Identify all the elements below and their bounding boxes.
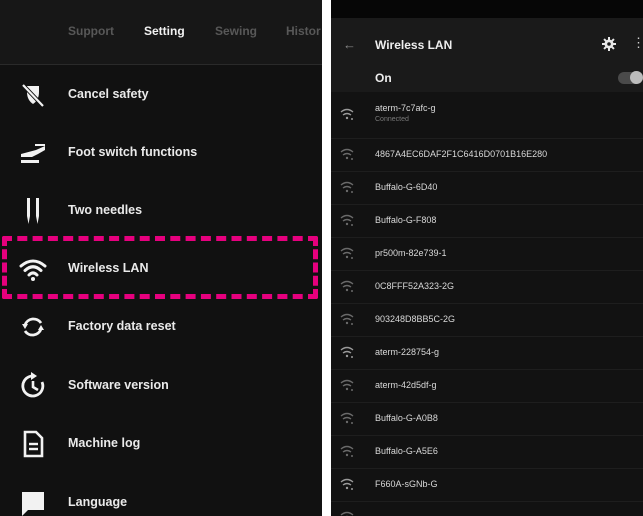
wifi-signal-icon [340,379,354,391]
network-name: Buffalo-G-6D40 [375,182,438,192]
settings-item-label: Two needles [68,203,143,217]
toggle-label: On [375,71,392,85]
settings-item-factory-reset[interactable]: Factory data reset [0,298,322,356]
network-name: 4867A4EC6DAF2F1C6416D0701B16E280 [375,149,548,159]
wifi-signal-icon [340,108,354,120]
tab-setting[interactable]: Setting [144,24,185,38]
wireless-lan-panel: ← Wireless LAN ⋮ On aterm-7c7afc-g Connec… [331,0,643,516]
settings-item-wireless-lan[interactable]: Wireless LAN [0,240,322,298]
settings-item-machine-log[interactable]: Machine log [0,415,322,473]
wifi-signal-icon [340,346,354,358]
tab-bar: Support Setting Sewing Histor [0,0,322,65]
tab-sewing[interactable]: Sewing [215,24,257,38]
wifi-signal-icon [340,181,354,193]
settings-item-two-needles[interactable]: Two needles [0,182,322,240]
settings-item-label: Wireless LAN [68,261,149,275]
wifi-signal-icon [340,511,354,516]
software-version-icon [21,372,45,398]
network-list-item[interactable]: 0C8FFF52A323-2G [331,270,643,304]
settings-item-label: Machine log [68,436,141,450]
settings-item-label: Software version [68,378,169,392]
wifi-signal-icon [340,313,354,325]
network-list-item[interactable]: Buffalo-G-6D40 [331,171,643,205]
network-list-item[interactable]: Buffalo-G-F808 [331,204,643,238]
network-list-item[interactable]: F660A-sGNb-G [331,468,643,502]
settings-item-label: Cancel safety [68,87,149,101]
toggle-knob [630,71,643,84]
network-list-item[interactable] [331,501,643,516]
settings-item-software-version[interactable]: Software version [0,357,322,415]
network-name: Buffalo-G-A5E6 [375,446,438,456]
status-bar [331,0,643,18]
wifi-toggle-switch[interactable] [618,71,643,84]
network-name: aterm-42d5df-g [375,380,437,390]
settings-item-language[interactable]: Language [0,474,322,516]
wifi-icon [19,259,47,281]
reset-icon [22,317,44,337]
tab-support[interactable]: Support [68,24,114,38]
network-list-item[interactable]: 903248D8BB5C-2G [331,303,643,337]
settings-item-label: Foot switch functions [68,145,198,159]
wifi-signal-icon [340,214,354,226]
network-name: Buffalo-G-F808 [375,215,437,225]
wifi-toggle-row[interactable]: On [331,64,643,92]
settings-item-foot-switch[interactable]: Foot switch functions [0,124,322,182]
wifi-signal-icon [340,412,354,424]
network-name: aterm-228754-g [375,347,440,357]
network-list-item[interactable]: pr500m-82e739-1 [331,237,643,271]
wifi-signal-icon [340,148,354,160]
network-status: Connected [375,116,409,123]
foot-switch-icon [21,144,45,163]
wifi-signal-icon [340,247,354,259]
page-title: Wireless LAN [375,38,453,52]
settings-item-label: Language [68,495,128,509]
wifi-signal-icon [340,445,354,457]
chat-bubble-icon [22,492,44,516]
settings-item-cancel-safety[interactable]: Cancel safety [0,66,322,124]
more-vertical-icon[interactable]: ⋮ [632,36,643,49]
document-icon [23,430,44,458]
wifi-signal-icon [340,280,354,292]
network-name: F660A-sGNb-G [375,479,438,489]
network-name: 903248D8BB5C-2G [375,314,456,324]
settings-panel: Support Setting Sewing Histor Cancel saf… [0,0,322,516]
app-bar: ← Wireless LAN ⋮ [331,0,643,64]
network-list-item[interactable]: Buffalo-G-A0B8 [331,402,643,436]
wifi-signal-icon [340,478,354,490]
settings-item-label: Factory data reset [68,319,176,333]
network-list-item[interactable]: aterm-7c7afc-g Connected [331,94,643,139]
cancel-safety-icon [21,83,45,108]
network-name: pr500m-82e739-1 [375,248,447,258]
network-name: 0C8FFF52A323-2G [375,281,455,291]
gear-icon[interactable] [601,36,617,52]
network-list-item[interactable]: aterm-228754-g [331,336,643,370]
arrow-left-icon[interactable]: ← [343,37,356,52]
network-list-item[interactable]: Buffalo-G-A5E6 [331,435,643,469]
network-list-item[interactable]: 4867A4EC6DAF2F1C6416D0701B16E280 [331,138,643,172]
network-name: Buffalo-G-A0B8 [375,413,438,423]
network-name: aterm-7c7afc-g [375,103,436,113]
tab-history[interactable]: Histor [286,24,321,38]
network-list-item[interactable]: aterm-42d5df-g [331,369,643,403]
two-needles-icon [27,198,39,224]
